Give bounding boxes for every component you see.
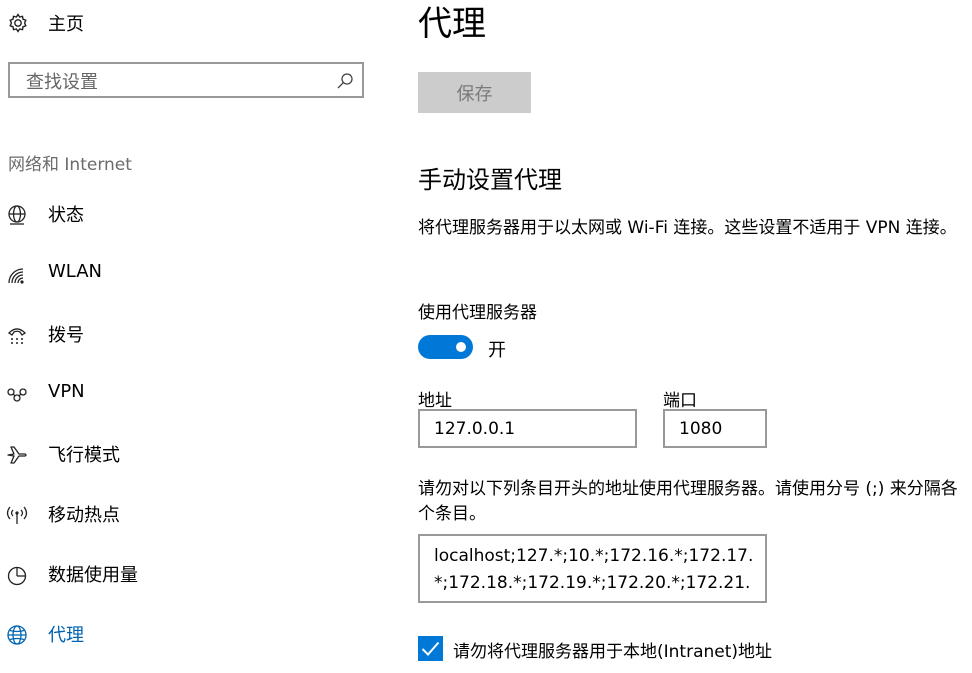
sidebar-item-label: 数据使用量 <box>48 565 138 586</box>
sidebar-item-label: 拨号 <box>48 325 84 346</box>
toggle-knob <box>456 342 466 352</box>
sidebar-item-airplane-mode[interactable]: 飞行模式 <box>0 434 380 474</box>
manual-proxy-heading: 手动设置代理 <box>418 166 562 194</box>
globe-icon <box>7 625 27 645</box>
checkmark-icon <box>421 641 440 656</box>
sidebar-item-wlan[interactable]: WLAN <box>0 254 380 294</box>
toggle-state-label: 开 <box>488 340 506 361</box>
address-input[interactable] <box>434 418 629 440</box>
bypass-local-checkbox[interactable] <box>418 636 443 661</box>
sidebar-item-dialup[interactable]: 拨号 <box>0 314 380 354</box>
gear-icon <box>9 13 27 33</box>
sidebar-item-label: 飞行模式 <box>48 445 120 466</box>
save-button[interactable]: 保存 <box>418 72 531 113</box>
sidebar-item-vpn[interactable]: VPN <box>0 374 380 414</box>
dialup-icon <box>7 328 27 344</box>
sidebar-item-label: 移动热点 <box>48 505 120 526</box>
home-label: 主页 <box>48 14 84 35</box>
globe-monitor-icon <box>8 205 26 225</box>
sidebar-item-label: 代理 <box>48 625 84 646</box>
hotspot-icon <box>6 506 28 524</box>
exceptions-text[interactable]: localhost;127.*;10.*;172.16.*;172.17. *;… <box>434 543 757 597</box>
sidebar-item-label: 状态 <box>48 205 84 226</box>
search-icon[interactable] <box>336 72 354 90</box>
use-proxy-toggle[interactable] <box>418 335 473 359</box>
sidebar-item-data-usage[interactable]: 数据使用量 <box>0 554 380 594</box>
airplane-icon <box>7 446 27 464</box>
sidebar-item-label: VPN <box>48 381 85 402</box>
search-box[interactable] <box>8 62 364 98</box>
exceptions-note: 请勿对以下列条目开头的地址使用代理服务器。请使用分号 (;) 来分隔各个条目。 <box>418 479 958 524</box>
port-label: 端口 <box>663 391 697 411</box>
sidebar-item-status[interactable]: 状态 <box>0 194 380 234</box>
port-input[interactable] <box>679 418 759 440</box>
address-label: 地址 <box>418 391 452 411</box>
use-proxy-label: 使用代理服务器 <box>418 303 537 323</box>
data-usage-icon <box>7 566 27 586</box>
port-field[interactable] <box>663 409 767 448</box>
bypass-local-label[interactable]: 请勿将代理服务器用于本地(Intranet)地址 <box>453 637 772 662</box>
sidebar-section-title: 网络和 Internet <box>8 155 132 175</box>
sidebar-item-mobile-hotspot[interactable]: 移动热点 <box>0 494 380 534</box>
wifi-icon <box>8 268 24 284</box>
home-nav-item[interactable]: 主页 <box>7 10 84 36</box>
proxy-description: 将代理服务器用于以太网或 Wi-Fi 连接。这些设置不适用于 VPN 连接。 <box>418 218 957 238</box>
vpn-icon <box>7 388 27 402</box>
address-field[interactable] <box>418 409 637 448</box>
exceptions-textarea[interactable]: localhost;127.*;10.*;172.16.*;172.17. *;… <box>418 534 767 603</box>
page-title: 代理 <box>418 4 486 44</box>
sidebar-item-label: WLAN <box>48 261 103 282</box>
sidebar-item-proxy[interactable]: 代理 <box>0 614 380 654</box>
search-input[interactable] <box>24 68 328 96</box>
